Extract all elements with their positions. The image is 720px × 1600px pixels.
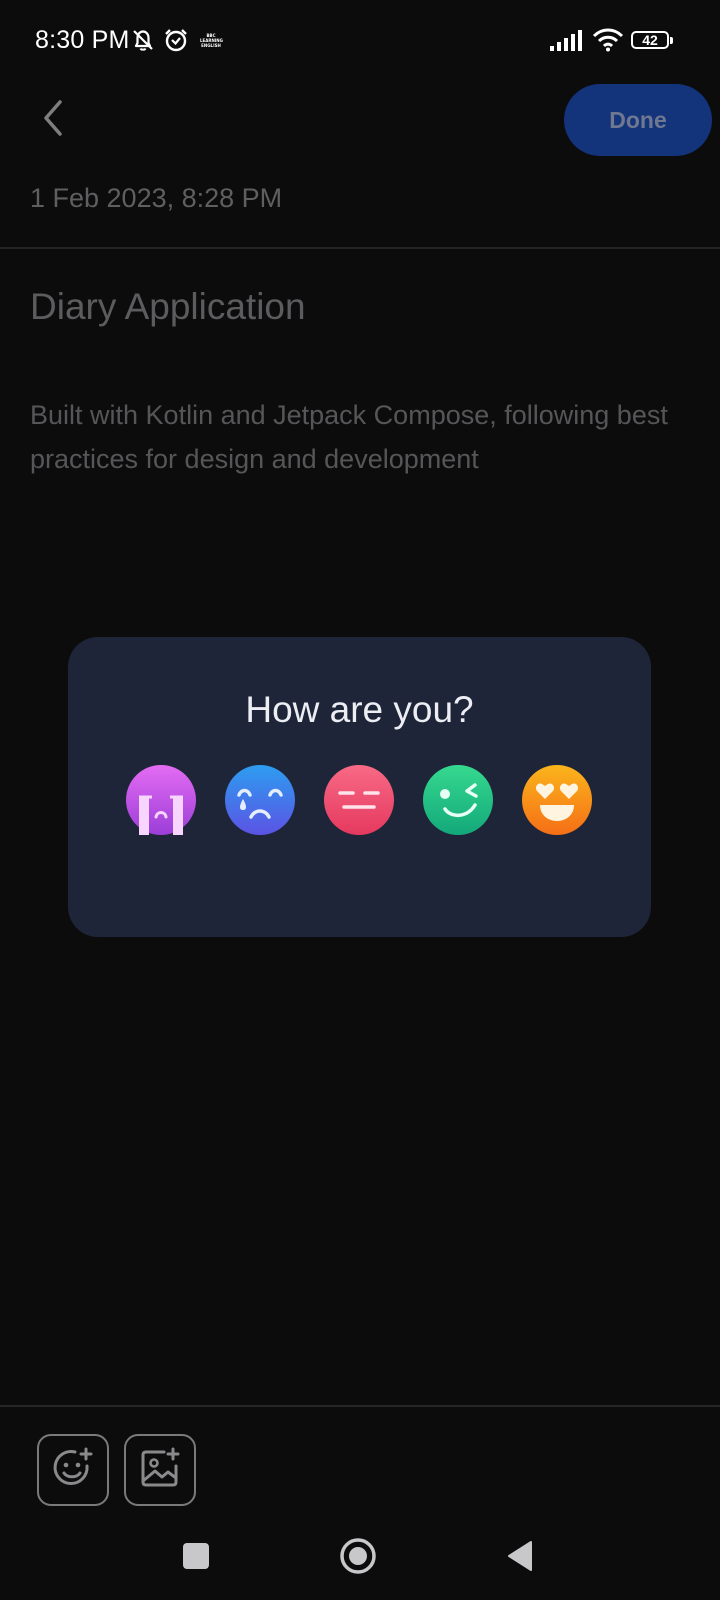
nav-back-button[interactable] <box>500 1538 540 1578</box>
back-button[interactable] <box>30 95 74 145</box>
heart-eyes-emoji-icon[interactable] <box>522 765 592 835</box>
mood-question: How are you? <box>245 689 474 730</box>
wink-emoji-icon[interactable] <box>423 765 493 835</box>
mood-options <box>126 765 594 835</box>
entry-date[interactable]: 1 Feb 2023, 8:28 PM <box>30 183 282 214</box>
crying-emoji-icon[interactable] <box>126 765 196 835</box>
status-bar: 8:30 PM BBC LEARNING ENGLISH 42 <box>0 0 720 80</box>
neutral-emoji-icon[interactable] <box>324 765 394 835</box>
recents-icon <box>182 1542 210 1575</box>
add-mood-button[interactable] <box>37 1434 109 1506</box>
chevron-left-icon <box>38 98 66 143</box>
add-mood-icon <box>51 1446 95 1495</box>
recents-button[interactable] <box>176 1538 216 1578</box>
home-icon <box>339 1537 377 1580</box>
alarm-icon <box>163 27 189 58</box>
sad-emoji-icon[interactable] <box>225 765 295 835</box>
home-button[interactable] <box>336 1536 380 1580</box>
add-image-icon <box>138 1446 182 1495</box>
status-time: 8:30 PM <box>35 26 130 54</box>
toolbar-divider <box>0 1405 720 1407</box>
signal-icon <box>549 30 583 57</box>
bbc-badge-line: ENGLISH <box>201 43 221 48</box>
battery-icon: 42 <box>631 31 673 49</box>
mood-dialog: How are you? <box>68 637 651 937</box>
wifi-icon <box>592 28 624 57</box>
back-icon <box>506 1540 534 1577</box>
header-divider <box>0 247 720 249</box>
battery-level: 42 <box>642 32 658 48</box>
bbc-learning-english-icon: BBC LEARNING ENGLISH <box>200 33 223 49</box>
done-button[interactable]: Done <box>564 84 712 156</box>
bell-off-icon <box>130 27 156 58</box>
entry-title-field[interactable]: Diary Application <box>30 286 306 328</box>
entry-body-field[interactable]: Built with Kotlin and Jetpack Compose, f… <box>30 393 670 481</box>
add-image-button[interactable] <box>124 1434 196 1506</box>
